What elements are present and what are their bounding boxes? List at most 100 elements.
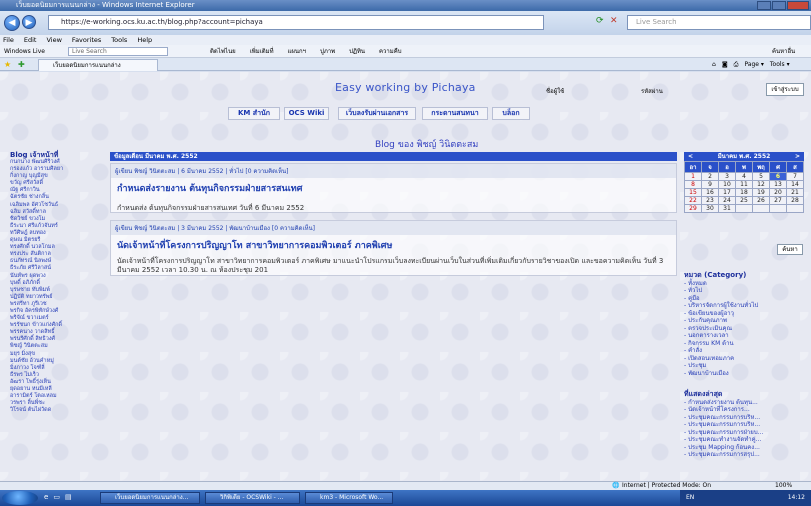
taskbar-word[interactable]: km3 - Microsoft Wo... [305,492,393,504]
refresh-icon[interactable]: ⟳ [596,16,604,26]
calendar-day[interactable]: 6 [769,172,787,181]
calendar-day[interactable]: 25 [735,196,753,205]
live-search-input[interactable]: Live Search [627,15,811,30]
menu-favorites[interactable]: Favorites [72,35,101,45]
close-button[interactable] [787,1,809,10]
menu-help[interactable]: Help [137,35,152,45]
quicklaunch-desktop-icon[interactable]: ▭ [53,493,60,501]
calendar-day[interactable]: 27 [769,196,787,205]
calendar-day[interactable]: 17 [718,188,736,197]
nav-km[interactable]: KM สำนัก [228,107,280,120]
sidebar-staff-link[interactable]: ธีรพร ไม่เร็ว [10,372,75,379]
menu-edit[interactable]: Edit [24,35,37,45]
wl-link-3[interactable]: แผนกฯ [288,45,307,58]
category-link[interactable]: - บริหารจัดการผู้ใช้งานทั่วไป [684,302,804,310]
favorites-star-icon[interactable]: ★ [4,60,11,69]
calendar-day[interactable]: 5 [752,172,770,181]
maximize-button[interactable] [772,1,786,10]
rss-icon[interactable]: ◙ [722,59,728,71]
post-title[interactable]: นัดเจ้าหน้าที่โครงการปริญญาโท สาขาวิทยาก… [111,235,676,255]
calendar-day[interactable]: 21 [786,188,804,197]
sidebar-staff-link[interactable]: ปฏิบัติ ทยาวทรัพย์ [10,294,75,301]
calendar-day[interactable]: 24 [718,196,736,205]
calendar-day[interactable]: 1 [684,172,702,181]
nav-ocs-wiki[interactable]: OCS Wiki [284,107,329,120]
sidebar-staff-link[interactable]: บุรษชาย ทับพิมพ์ [10,287,75,294]
calendar-day[interactable]: 11 [735,180,753,189]
tools-menu[interactable]: Tools ▾ [770,59,790,71]
windows-live-search-input[interactable]: Live Search [68,47,168,56]
sidebar-staff-link[interactable]: บุษดิ์ อภิภักดิ์ [10,280,75,287]
search-button[interactable]: ค้นหา [777,244,803,255]
category-link[interactable]: - เปิดสอนเทอมภาค [684,355,804,363]
calendar-day[interactable]: 10 [718,180,736,189]
category-link[interactable]: - ทั้งหมด [684,280,804,288]
calendar-day[interactable]: 16 [701,188,719,197]
nav-blog[interactable]: บล็อก [492,107,530,120]
sidebar-staff-link[interactable]: อัฒรา โพธิ์รุ่งเห็น [10,379,75,386]
sidebar-staff-link[interactable]: มนต์ชัย อ้วนคำหมู่ [10,358,75,365]
post-meta[interactable]: ผู้เขียน พิชญ์ วินิตตะสม | 3 มีนาคม 2552… [111,221,676,235]
recent-post-link[interactable]: - ประชุมคณะกรรมการสรุป... [684,451,804,459]
post-title[interactable]: กำหนดส่งรายงาน ต้นทุนกิจกรรมฝ่ายสารสนเทศ [111,178,676,198]
menu-view[interactable]: View [46,35,61,45]
sidebar-staff-link[interactable]: เฉลิมพล อัศวโชวันธ์ [10,202,75,209]
zoom-level[interactable]: 100% [775,482,792,490]
tray-clock[interactable]: 14:12 [788,490,805,506]
wl-link-5[interactable]: ปฏิทิน [349,45,365,58]
quicklaunch-folder-icon[interactable]: ▤ [65,493,72,501]
wl-more[interactable]: ค้นหาอื่น [772,45,795,58]
minimize-button[interactable] [757,1,771,10]
login-button[interactable]: เข้าสู่ระบบ [766,83,804,96]
nav-forum[interactable]: กระดานสนทนา [422,107,488,120]
address-input[interactable]: https://e-working.ocs.ku.ac.th/blog.php?… [48,15,544,30]
category-link[interactable]: - ประชุม [684,362,804,370]
category-link[interactable]: - ทั่วไป [684,287,804,295]
calendar-day[interactable]: 28 [786,196,804,205]
category-link[interactable]: - คำสั่ง [684,347,804,355]
recent-post-link[interactable]: - ประชุมคณะกรรมการฝ่ายบ... [684,429,804,437]
calendar-day[interactable]: 12 [752,180,770,189]
recent-post-link[interactable]: - ประชุมคณะกรรมการบริห... [684,421,804,429]
calendar-day[interactable]: 23 [701,196,719,205]
sidebar-staff-link[interactable]: มยุร มิ่งสุข [10,351,75,358]
taskbar-wiki[interactable]: วิกิพิเดีย - OCSWiki - ... [205,492,300,504]
page-menu[interactable]: Page ▾ [744,59,763,71]
calendar-day[interactable]: 14 [786,180,804,189]
sidebar-staff-link[interactable]: นันท์พร ผุดพวง [10,273,75,280]
taskbar-ie[interactable]: เว็บยอดนิยมการแนนกล่าง... [100,492,200,504]
calendar-day[interactable]: 8 [684,180,702,189]
wl-link-6[interactable]: ความคืบ [379,45,402,58]
home-icon[interactable]: ⌂ [712,59,716,71]
calendar-day[interactable]: 22 [684,196,702,205]
windows-live-label[interactable]: Windows Live [4,45,45,58]
wl-link-4[interactable]: ปูภาพ [320,45,335,58]
calendar-day[interactable]: 30 [701,204,719,213]
forward-button[interactable]: ▶ [22,15,36,29]
calendar-day[interactable]: 3 [718,172,736,181]
calendar-day[interactable]: 26 [752,196,770,205]
calendar-day[interactable]: 9 [701,180,719,189]
calendar-next[interactable]: > [795,152,800,161]
sidebar-staff-link[interactable]: พรกิจ อัครพิทักษ์วงศ์ [10,308,75,315]
post-meta[interactable]: ผู้เขียน พิชญ์ วินิตตะสม | 6 มีนาคม 2552… [111,164,676,178]
stop-icon[interactable]: ✕ [610,16,618,26]
sidebar-staff-link[interactable]: ชิดวิชย์ ขวงโม [10,216,75,223]
calendar-prev[interactable]: < [688,152,693,161]
wl-link-1[interactable]: ติดไฟไนย [210,45,236,58]
calendar-day[interactable]: 29 [684,204,702,213]
sidebar-staff-link[interactable]: ฉัตรชัย ช่างกลิ้น [10,194,75,201]
sidebar-staff-link[interactable]: พิชญ์ วินิตตะสม [10,343,75,350]
start-button[interactable] [2,491,38,505]
calendar-day[interactable]: 13 [769,180,787,189]
sidebar-staff-link[interactable]: ฉลิม สวัสดิ์ทาล [10,209,75,216]
tray-language[interactable]: EN [686,494,694,501]
recent-post-link[interactable]: - ประชุมคณะทำงานจัดทำคู่... [684,436,804,444]
quicklaunch-ie-icon[interactable]: e [44,493,48,501]
category-link[interactable]: - คู่มือ [684,295,804,303]
category-link[interactable]: - ตรวจประเมินคุณ [684,325,804,333]
recent-post-link[interactable]: - ประชุม Mapping ก้อนคง... [684,444,804,452]
calendar-day[interactable]: 15 [684,188,702,197]
category-link[interactable]: - ประกันคุณภาพ [684,317,804,325]
category-link[interactable]: - ข้อเขียนของผู้อาวุ [684,310,804,318]
